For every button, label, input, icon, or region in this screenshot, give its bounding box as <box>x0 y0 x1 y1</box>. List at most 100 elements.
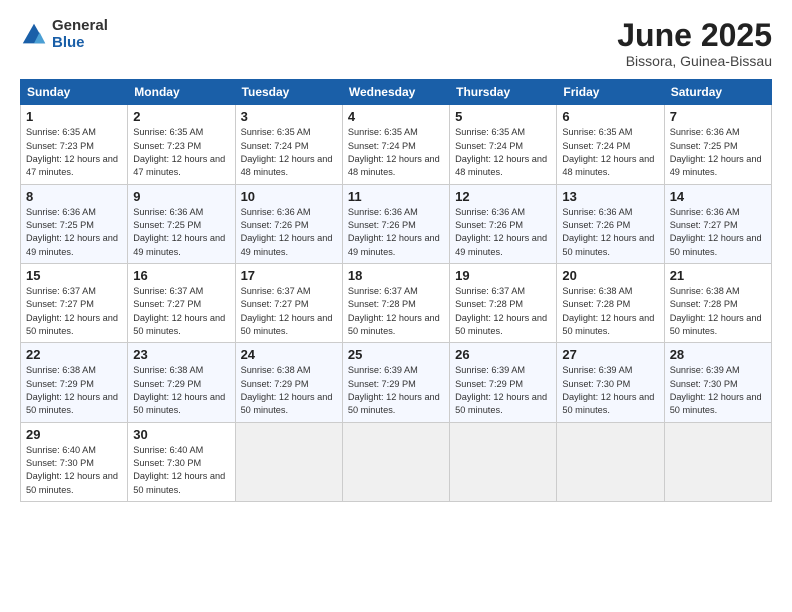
day-number: 7 <box>670 109 766 124</box>
day-number: 22 <box>26 347 122 362</box>
table-cell: 15 Sunrise: 6:37 AMSunset: 7:27 PMDaylig… <box>21 263 128 342</box>
day-number: 10 <box>241 189 337 204</box>
day-number: 11 <box>348 189 444 204</box>
table-cell: 24 Sunrise: 6:38 AMSunset: 7:29 PMDaylig… <box>235 343 342 422</box>
day-info: Sunrise: 6:35 AMSunset: 7:23 PMDaylight:… <box>133 127 225 177</box>
day-info: Sunrise: 6:38 AMSunset: 7:29 PMDaylight:… <box>241 365 333 415</box>
table-row: 8 Sunrise: 6:36 AMSunset: 7:25 PMDayligh… <box>21 184 772 263</box>
table-cell: 7 Sunrise: 6:36 AMSunset: 7:25 PMDayligh… <box>664 105 771 184</box>
day-info: Sunrise: 6:39 AMSunset: 7:29 PMDaylight:… <box>455 365 547 415</box>
day-number: 20 <box>562 268 658 283</box>
day-number: 3 <box>241 109 337 124</box>
table-cell: 4 Sunrise: 6:35 AMSunset: 7:24 PMDayligh… <box>342 105 449 184</box>
day-number: 16 <box>133 268 229 283</box>
table-cell: 27 Sunrise: 6:39 AMSunset: 7:30 PMDaylig… <box>557 343 664 422</box>
day-number: 12 <box>455 189 551 204</box>
page: General Blue June 2025 Bissora, Guinea-B… <box>0 0 792 612</box>
day-info: Sunrise: 6:35 AMSunset: 7:24 PMDaylight:… <box>562 127 654 177</box>
table-cell: 29 Sunrise: 6:40 AMSunset: 7:30 PMDaylig… <box>21 422 128 501</box>
table-cell: 16 Sunrise: 6:37 AMSunset: 7:27 PMDaylig… <box>128 263 235 342</box>
day-info: Sunrise: 6:35 AMSunset: 7:24 PMDaylight:… <box>241 127 333 177</box>
day-info: Sunrise: 6:36 AMSunset: 7:26 PMDaylight:… <box>562 207 654 257</box>
day-info: Sunrise: 6:35 AMSunset: 7:24 PMDaylight:… <box>348 127 440 177</box>
day-number: 14 <box>670 189 766 204</box>
logo-icon <box>20 21 48 49</box>
table-cell: 25 Sunrise: 6:39 AMSunset: 7:29 PMDaylig… <box>342 343 449 422</box>
day-number: 8 <box>26 189 122 204</box>
logo-general-text: General <box>52 18 108 35</box>
day-info: Sunrise: 6:38 AMSunset: 7:28 PMDaylight:… <box>562 286 654 336</box>
table-cell: 5 Sunrise: 6:35 AMSunset: 7:24 PMDayligh… <box>450 105 557 184</box>
table-cell: 12 Sunrise: 6:36 AMSunset: 7:26 PMDaylig… <box>450 184 557 263</box>
day-number: 29 <box>26 427 122 442</box>
header-sunday: Sunday <box>21 80 128 105</box>
day-info: Sunrise: 6:39 AMSunset: 7:30 PMDaylight:… <box>670 365 762 415</box>
table-cell: 19 Sunrise: 6:37 AMSunset: 7:28 PMDaylig… <box>450 263 557 342</box>
day-number: 28 <box>670 347 766 362</box>
table-cell: 26 Sunrise: 6:39 AMSunset: 7:29 PMDaylig… <box>450 343 557 422</box>
table-cell: 21 Sunrise: 6:38 AMSunset: 7:28 PMDaylig… <box>664 263 771 342</box>
day-number: 18 <box>348 268 444 283</box>
day-info: Sunrise: 6:40 AMSunset: 7:30 PMDaylight:… <box>26 445 118 495</box>
day-info: Sunrise: 6:36 AMSunset: 7:27 PMDaylight:… <box>670 207 762 257</box>
day-info: Sunrise: 6:36 AMSunset: 7:26 PMDaylight:… <box>348 207 440 257</box>
day-info: Sunrise: 6:35 AMSunset: 7:24 PMDaylight:… <box>455 127 547 177</box>
day-number: 2 <box>133 109 229 124</box>
day-number: 21 <box>670 268 766 283</box>
table-cell: 2 Sunrise: 6:35 AMSunset: 7:23 PMDayligh… <box>128 105 235 184</box>
table-cell <box>342 422 449 501</box>
table-cell <box>450 422 557 501</box>
location-subtitle: Bissora, Guinea-Bissau <box>617 53 772 69</box>
header-monday: Monday <box>128 80 235 105</box>
table-cell: 11 Sunrise: 6:36 AMSunset: 7:26 PMDaylig… <box>342 184 449 263</box>
table-cell: 22 Sunrise: 6:38 AMSunset: 7:29 PMDaylig… <box>21 343 128 422</box>
calendar-table: Sunday Monday Tuesday Wednesday Thursday… <box>20 79 772 502</box>
table-cell: 23 Sunrise: 6:38 AMSunset: 7:29 PMDaylig… <box>128 343 235 422</box>
header-friday: Friday <box>557 80 664 105</box>
day-number: 1 <box>26 109 122 124</box>
day-info: Sunrise: 6:40 AMSunset: 7:30 PMDaylight:… <box>133 445 225 495</box>
day-info: Sunrise: 6:37 AMSunset: 7:27 PMDaylight:… <box>133 286 225 336</box>
day-number: 24 <box>241 347 337 362</box>
header: General Blue June 2025 Bissora, Guinea-B… <box>20 18 772 69</box>
title-area: June 2025 Bissora, Guinea-Bissau <box>617 18 772 69</box>
table-cell: 10 Sunrise: 6:36 AMSunset: 7:26 PMDaylig… <box>235 184 342 263</box>
logo-blue-text: Blue <box>52 35 108 52</box>
table-cell: 9 Sunrise: 6:36 AMSunset: 7:25 PMDayligh… <box>128 184 235 263</box>
header-thursday: Thursday <box>450 80 557 105</box>
table-cell <box>664 422 771 501</box>
day-number: 26 <box>455 347 551 362</box>
day-info: Sunrise: 6:35 AMSunset: 7:23 PMDaylight:… <box>26 127 118 177</box>
table-row: 29 Sunrise: 6:40 AMSunset: 7:30 PMDaylig… <box>21 422 772 501</box>
day-info: Sunrise: 6:38 AMSunset: 7:29 PMDaylight:… <box>133 365 225 415</box>
day-number: 15 <box>26 268 122 283</box>
table-row: 15 Sunrise: 6:37 AMSunset: 7:27 PMDaylig… <box>21 263 772 342</box>
day-number: 6 <box>562 109 658 124</box>
month-title: June 2025 <box>617 18 772 53</box>
day-info: Sunrise: 6:36 AMSunset: 7:26 PMDaylight:… <box>455 207 547 257</box>
table-cell: 3 Sunrise: 6:35 AMSunset: 7:24 PMDayligh… <box>235 105 342 184</box>
day-number: 17 <box>241 268 337 283</box>
day-info: Sunrise: 6:38 AMSunset: 7:28 PMDaylight:… <box>670 286 762 336</box>
day-number: 25 <box>348 347 444 362</box>
day-number: 13 <box>562 189 658 204</box>
table-cell: 28 Sunrise: 6:39 AMSunset: 7:30 PMDaylig… <box>664 343 771 422</box>
table-cell <box>235 422 342 501</box>
day-info: Sunrise: 6:36 AMSunset: 7:25 PMDaylight:… <box>26 207 118 257</box>
table-cell: 1 Sunrise: 6:35 AMSunset: 7:23 PMDayligh… <box>21 105 128 184</box>
day-number: 9 <box>133 189 229 204</box>
day-number: 19 <box>455 268 551 283</box>
table-cell: 17 Sunrise: 6:37 AMSunset: 7:27 PMDaylig… <box>235 263 342 342</box>
table-row: 1 Sunrise: 6:35 AMSunset: 7:23 PMDayligh… <box>21 105 772 184</box>
header-saturday: Saturday <box>664 80 771 105</box>
day-info: Sunrise: 6:36 AMSunset: 7:25 PMDaylight:… <box>670 127 762 177</box>
table-cell: 30 Sunrise: 6:40 AMSunset: 7:30 PMDaylig… <box>128 422 235 501</box>
table-cell <box>557 422 664 501</box>
day-number: 27 <box>562 347 658 362</box>
table-cell: 6 Sunrise: 6:35 AMSunset: 7:24 PMDayligh… <box>557 105 664 184</box>
header-tuesday: Tuesday <box>235 80 342 105</box>
table-cell: 18 Sunrise: 6:37 AMSunset: 7:28 PMDaylig… <box>342 263 449 342</box>
day-info: Sunrise: 6:37 AMSunset: 7:27 PMDaylight:… <box>26 286 118 336</box>
table-cell: 14 Sunrise: 6:36 AMSunset: 7:27 PMDaylig… <box>664 184 771 263</box>
table-cell: 8 Sunrise: 6:36 AMSunset: 7:25 PMDayligh… <box>21 184 128 263</box>
